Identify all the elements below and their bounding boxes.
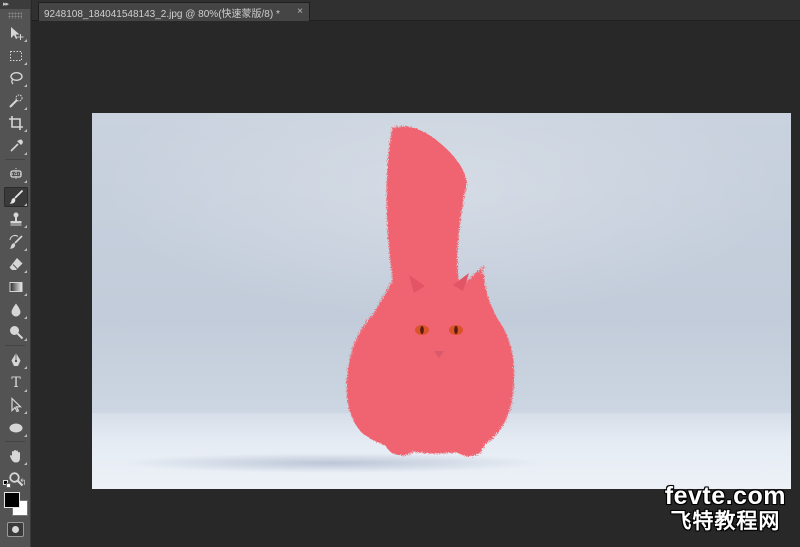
tool-group-indicator <box>24 366 27 370</box>
watermark-domain: fevte.com <box>664 482 786 510</box>
tool-group-indicator <box>24 106 27 110</box>
tool-group-indicator <box>24 39 27 42</box>
tool-group-indicator <box>24 270 27 274</box>
brush-tool[interactable] <box>4 186 28 207</box>
photoshop-window: ▸▸ T ↰ 9248108_184041548143_2.jpg @ 80%(… <box>0 0 800 547</box>
path-selection-icon <box>11 397 22 413</box>
tool-group-indicator <box>24 315 27 319</box>
cat-right-pupil <box>454 326 458 334</box>
blur-drop-icon <box>11 303 21 317</box>
tool-group-indicator <box>24 179 27 183</box>
tool-group-indicator <box>24 61 27 65</box>
eyedropper-tool[interactable] <box>4 136 28 156</box>
history-brush-icon <box>9 234 23 249</box>
blur-tool[interactable] <box>4 300 28 320</box>
history-brush-tool[interactable] <box>4 232 28 252</box>
swap-colors-icon[interactable]: ↰ <box>19 478 27 487</box>
tool-group-indicator <box>24 225 27 229</box>
tool-group-indicator <box>24 388 27 392</box>
close-tab-icon[interactable]: × <box>297 6 303 18</box>
hand-icon <box>9 449 20 463</box>
shape-tool[interactable] <box>4 418 28 438</box>
eyedropper-icon <box>10 139 23 152</box>
collapse-panel-button[interactable]: ▸▸ <box>0 0 30 9</box>
dodge-tool[interactable] <box>4 322 28 342</box>
eraser-tool[interactable] <box>4 254 28 274</box>
document-canvas[interactable] <box>92 113 791 489</box>
tool-group-indicator <box>24 338 27 342</box>
type-icon: T <box>11 374 21 391</box>
quick-mask-mode-button[interactable] <box>7 522 24 537</box>
move-icon <box>11 27 24 40</box>
dodge-icon <box>10 326 24 340</box>
path-select-tool[interactable] <box>4 395 28 415</box>
stamp-tool[interactable] <box>4 209 28 229</box>
lasso-icon <box>10 72 23 85</box>
brush-icon <box>9 189 24 204</box>
gradient-icon <box>9 281 23 292</box>
toolbar-separator <box>5 158 25 160</box>
crop-icon <box>9 116 23 131</box>
toolbar-separator <box>5 345 25 347</box>
tool-group-indicator <box>24 461 27 465</box>
pen-icon <box>11 353 21 367</box>
healing-tool[interactable] <box>4 164 28 184</box>
gradient-tool[interactable] <box>4 277 28 297</box>
quick-mask-overlay <box>346 126 515 457</box>
document-tab[interactable]: 9248108_184041548143_2.jpg @ 80%(快速蒙版/8)… <box>38 2 310 21</box>
clone-stamp-icon <box>10 212 22 226</box>
tool-group-indicator <box>24 202 27 206</box>
quick-select-tool[interactable] <box>4 91 28 111</box>
tool-group-indicator <box>24 411 27 415</box>
marquee-tool[interactable] <box>4 46 28 66</box>
default-colors-button[interactable] <box>3 480 11 488</box>
tool-group-indicator <box>24 292 27 296</box>
tool-group-indicator <box>24 151 27 155</box>
tool-group-indicator <box>24 84 27 88</box>
cat-left-pupil <box>420 326 424 334</box>
ellipse-shape-icon <box>9 423 23 433</box>
tool-group-indicator <box>24 247 27 251</box>
cat-tail-mask <box>386 126 467 288</box>
type-tool[interactable]: T <box>4 373 28 393</box>
default-background-swatch <box>6 483 11 488</box>
move-tool[interactable] <box>4 23 28 43</box>
document-tab-bar: 9248108_184041548143_2.jpg @ 80%(快速蒙版/8)… <box>32 0 800 21</box>
tool-group-indicator <box>24 433 27 437</box>
watermark-site-name: 飞特教程网 <box>670 510 781 533</box>
quick-mask-icon <box>12 526 19 533</box>
document-tab-title: 9248108_184041548143_2.jpg @ 80%(快速蒙版/8)… <box>44 8 280 20</box>
color-swatches: ↰ <box>0 478 31 518</box>
crop-tool[interactable] <box>4 113 28 133</box>
tool-group-indicator <box>24 129 27 133</box>
rectangular-marquee-icon <box>10 50 22 61</box>
quick-selection-icon <box>9 94 23 108</box>
foreground-color-swatch[interactable] <box>4 492 20 508</box>
spot-healing-icon <box>10 167 22 180</box>
tools-panel: ▸▸ T ↰ <box>0 0 31 547</box>
eraser-icon <box>9 258 23 271</box>
toolbar-separator <box>5 440 25 442</box>
pen-tool[interactable] <box>4 350 28 370</box>
lasso-tool[interactable] <box>4 68 28 88</box>
hand-tool[interactable] <box>4 446 28 466</box>
site-watermark: fevte.com 飞特教程网 <box>665 483 786 534</box>
panel-grip[interactable] <box>8 12 22 19</box>
